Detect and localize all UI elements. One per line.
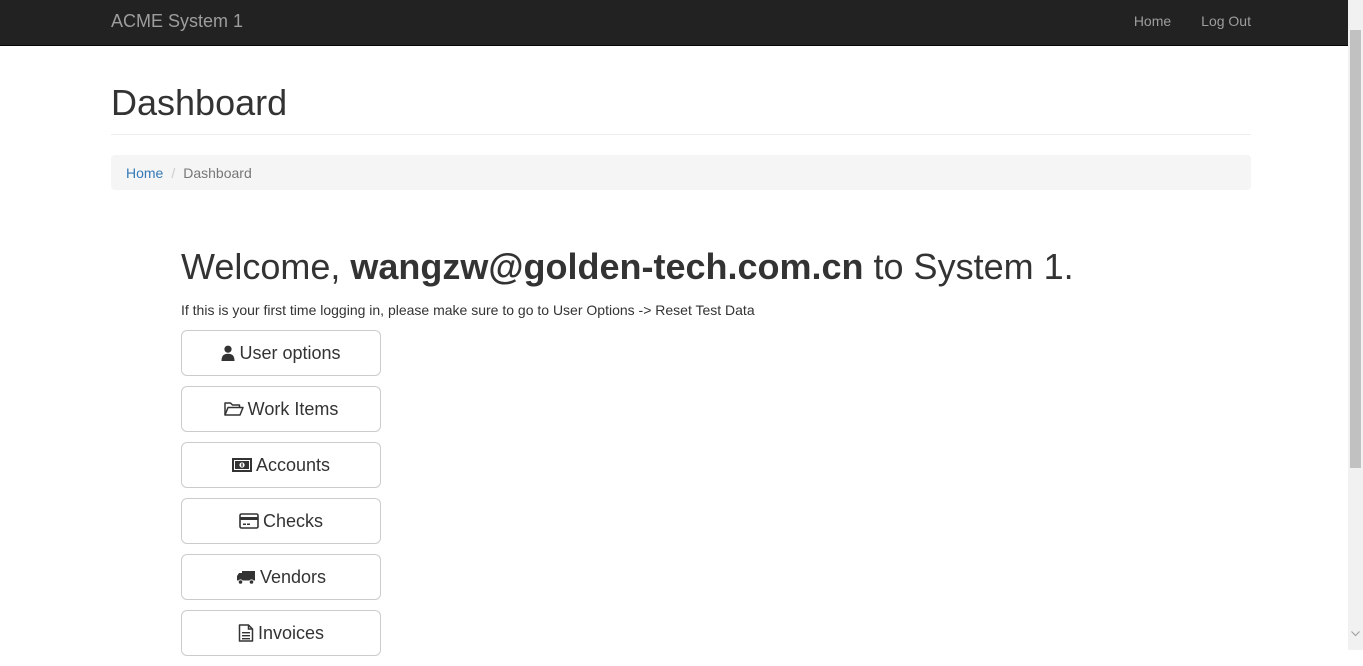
breadcrumb: Home / Dashboard — [111, 155, 1251, 190]
money-icon — [231, 458, 252, 472]
page-title: Dashboard — [111, 82, 288, 123]
vendors-button[interactable]: Vendors — [181, 554, 381, 600]
checks-label: Checks — [262, 510, 324, 531]
credit-card-icon — [239, 513, 259, 529]
scrollbar-thumb[interactable] — [1350, 30, 1361, 468]
scroll-down-arrow-icon[interactable] — [1351, 629, 1360, 640]
nav-links: Home Log Out — [1134, 13, 1251, 29]
invoices-button[interactable]: Invoices — [181, 610, 381, 656]
accounts-button[interactable]: Accounts — [181, 442, 381, 488]
brand-link[interactable]: ACME System 1 — [111, 11, 243, 32]
breadcrumb-current: Dashboard — [183, 164, 252, 181]
welcome-user: wangzw@golden-tech.com.cn — [350, 246, 864, 287]
file-text-icon — [238, 624, 254, 642]
folder-open-icon — [223, 401, 244, 417]
first-login-hint: If this is your first time logging in, p… — [181, 302, 755, 318]
welcome-prefix: Welcome, — [181, 246, 351, 287]
work-items-label: Work Items — [247, 398, 339, 419]
nav-home-link[interactable]: Home — [1134, 13, 1171, 29]
breadcrumb-home-link[interactable]: Home — [126, 165, 163, 181]
top-navbar: ACME System 1 Home Log Out — [0, 0, 1348, 46]
breadcrumb-separator: / — [171, 164, 176, 181]
checks-button[interactable]: Checks — [181, 498, 381, 544]
invoices-label: Invoices — [257, 622, 325, 643]
vendors-label: Vendors — [259, 566, 327, 587]
welcome-suffix: to System 1. — [863, 246, 1074, 287]
welcome-heading: Welcome, wangzw@golden-tech.com.cn to Sy… — [181, 246, 1074, 288]
vertical-scrollbar[interactable] — [1348, 0, 1363, 650]
page-header: Dashboard — [111, 82, 1251, 135]
truck-icon — [236, 570, 256, 585]
user-options-label: User options — [239, 342, 341, 363]
dashboard-button-list: User options Work Items Accounts Checks … — [181, 330, 381, 666]
user-icon — [221, 345, 235, 361]
nav-logout-link[interactable]: Log Out — [1201, 13, 1251, 29]
accounts-label: Accounts — [255, 454, 331, 475]
work-items-button[interactable]: Work Items — [181, 386, 381, 432]
user-options-button[interactable]: User options — [181, 330, 381, 376]
